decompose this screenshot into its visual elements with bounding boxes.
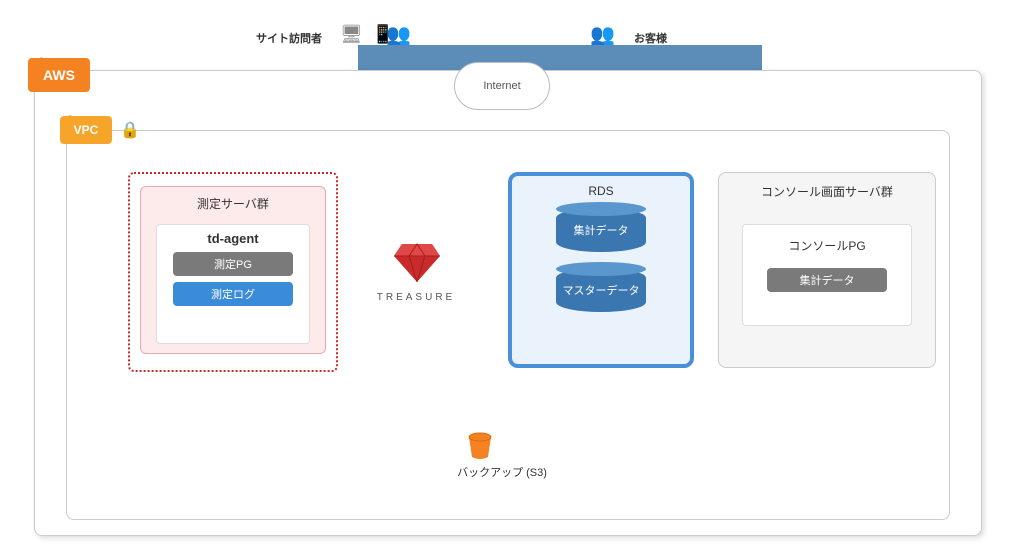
console-pg-title: コンソールPG [743,225,911,254]
console-pg-box: コンソールPG 集計データ [742,224,912,326]
backup-label: バックアップ (S3) [442,464,562,480]
measurement-server-title: 測定サーバ群 [141,195,325,212]
treasure-gem-icon [392,234,442,284]
visitors-label: サイト訪問者 [256,30,322,46]
internet-label: Internet [483,80,520,92]
bucket-icon [466,432,494,460]
chip-measure-log: 測定ログ [173,282,293,306]
db-aggregate: 集計データ [556,208,646,258]
db-master: マスターデータ [556,268,646,318]
customer-people-icon: 👥 [590,22,615,47]
vpc-tag-label: VPC [74,123,99,137]
internet-cloud: Internet [454,62,550,110]
lock-icon: 🔒 [120,120,140,140]
db-aggregate-label: 集計データ [556,222,646,238]
chip-console-aggregate-label: 集計データ [800,272,855,288]
customer-label: お客様 [634,30,667,46]
console-title: コンソール画面サーバ群 [719,183,935,200]
aws-tag: AWS [28,58,90,92]
tdagent-title: td-agent [157,225,309,246]
people-icon: 👥 [386,22,411,47]
db-master-label: マスターデータ [556,282,646,298]
chip-measure-pg: 測定PG [173,252,293,276]
vpc-tag: VPC [60,116,112,144]
chip-console-aggregate: 集計データ [767,268,887,292]
tdagent-box: td-agent 測定PG 測定ログ [156,224,310,344]
treasure-label: TREASURE [374,292,458,303]
rds-box: RDS 集計データ マスターデータ [508,172,694,368]
chip-measure-pg-label: 測定PG [214,256,252,272]
chip-measure-log-label: 測定ログ [211,286,255,302]
aws-tag-label: AWS [43,67,75,83]
rds-title: RDS [512,176,690,198]
